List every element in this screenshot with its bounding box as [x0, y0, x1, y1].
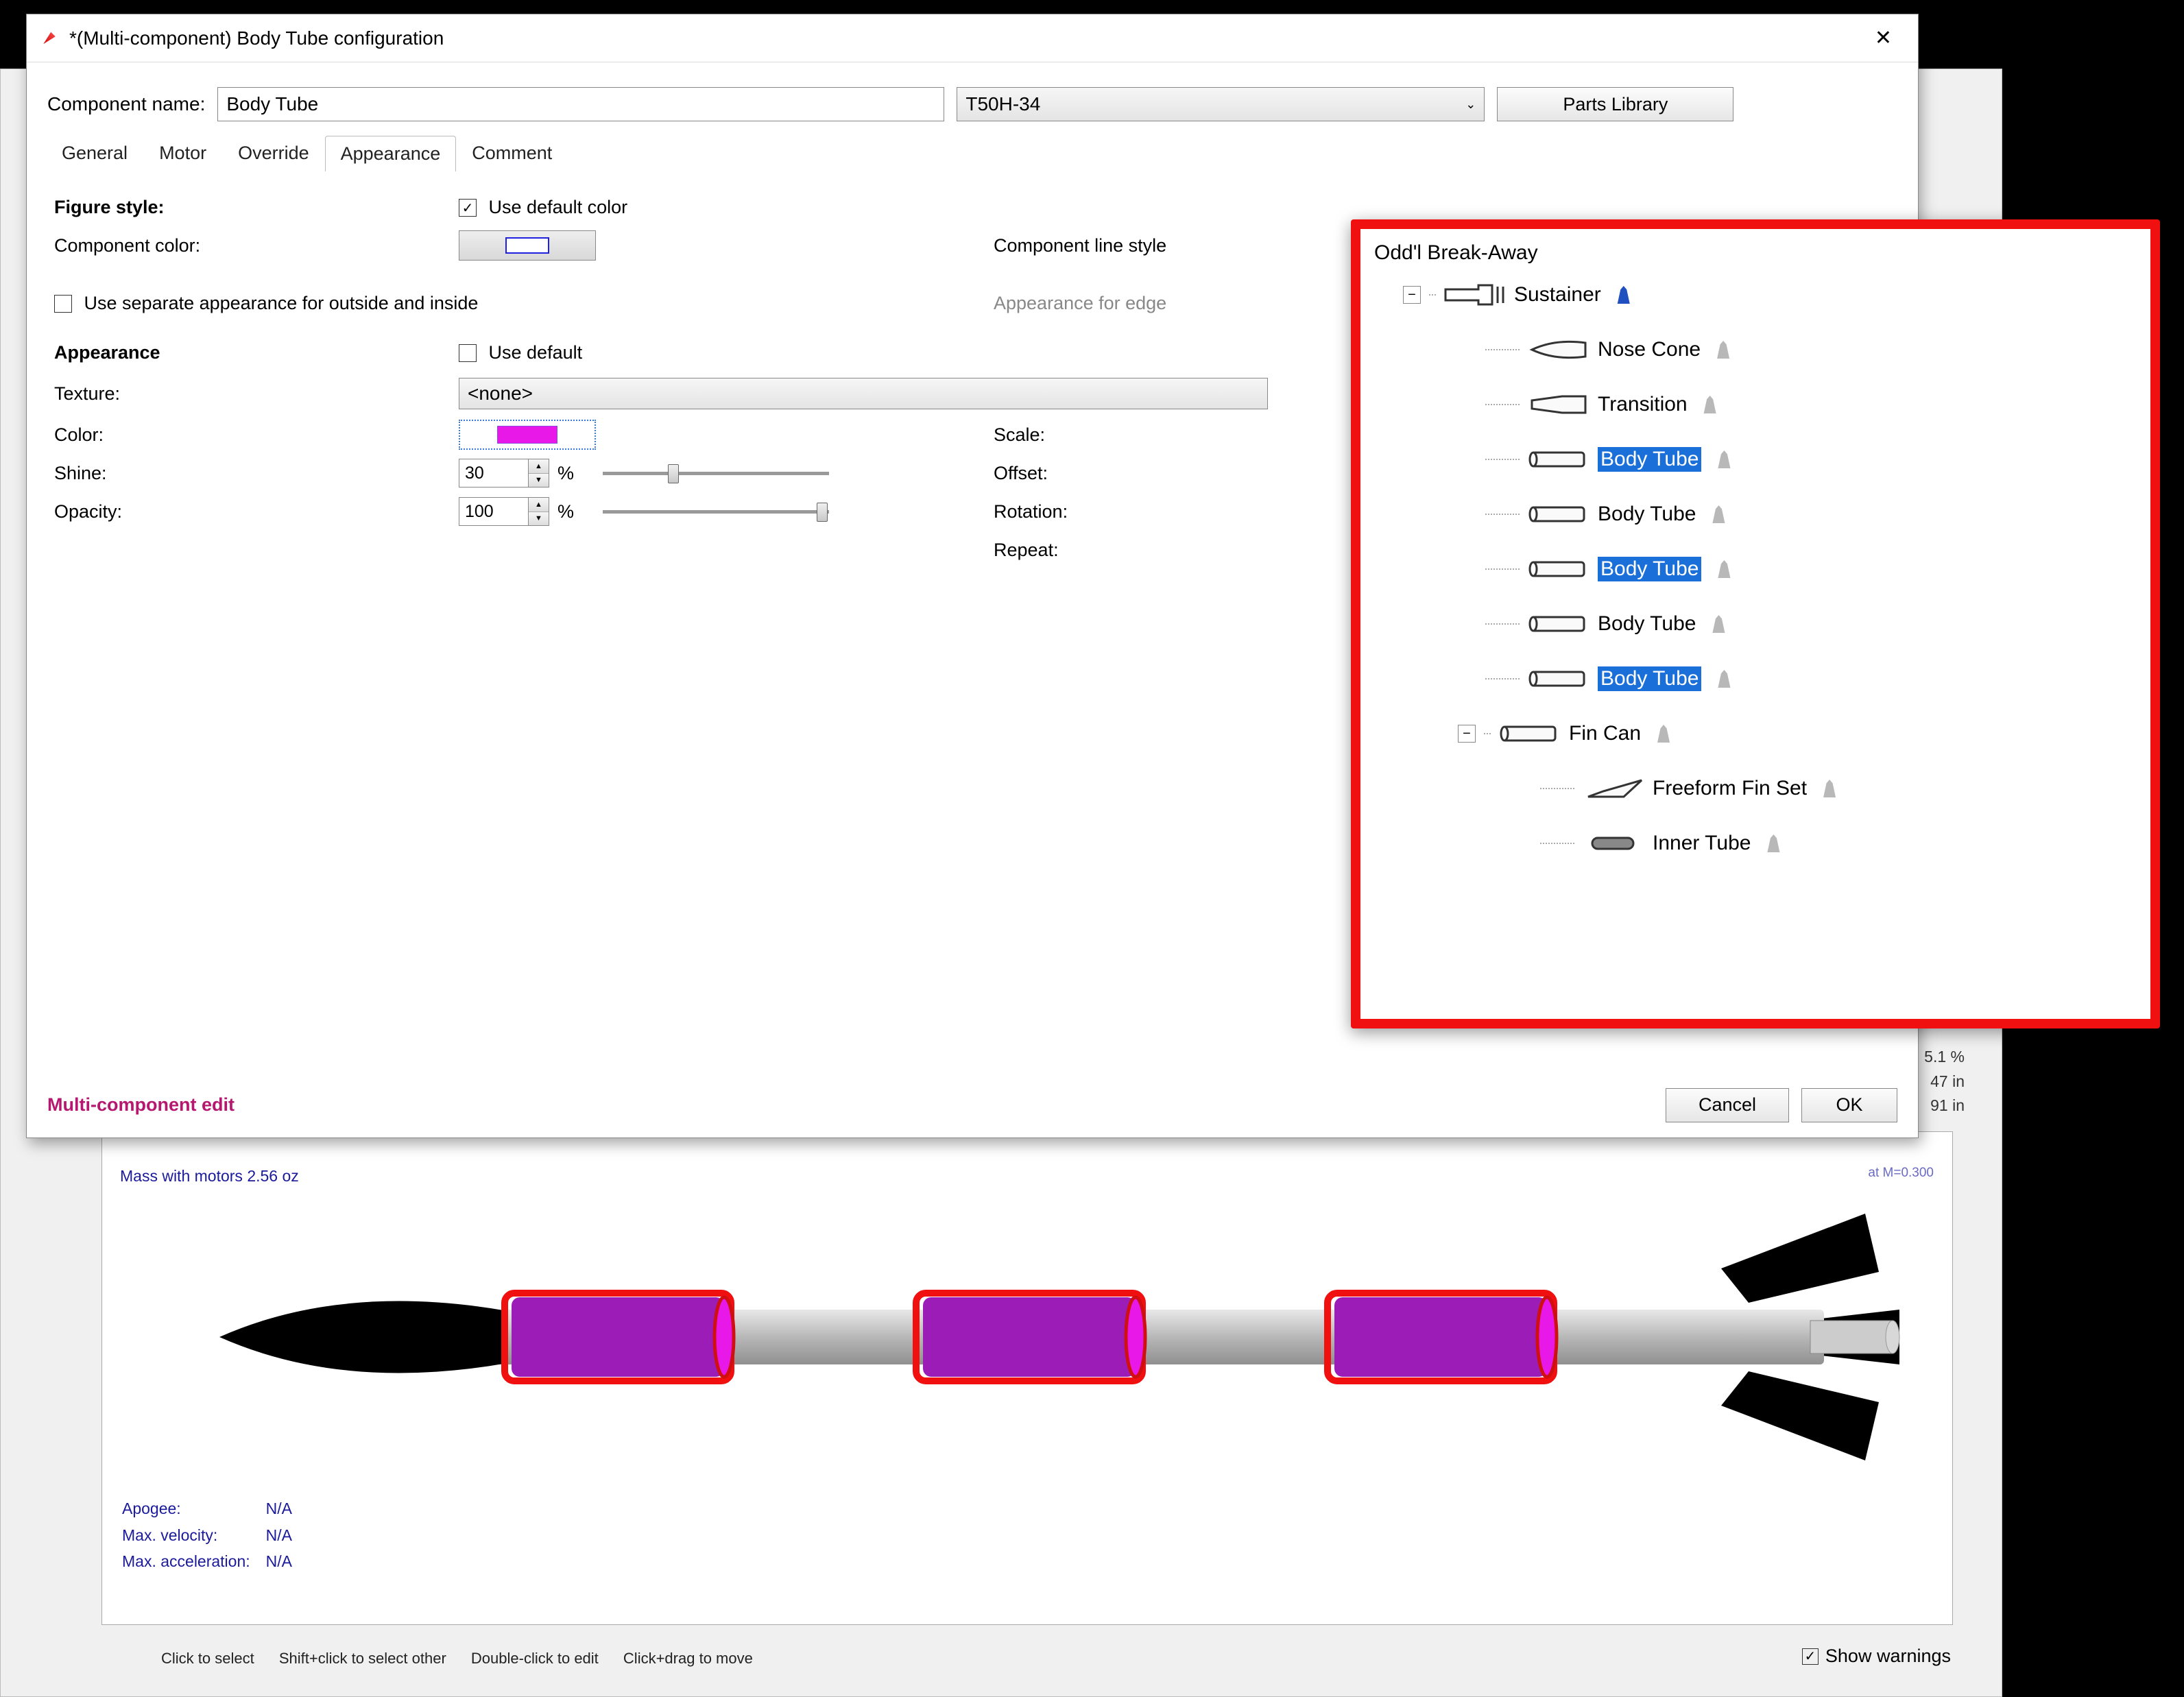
tab-comment[interactable]: Comment: [456, 135, 568, 171]
texture-label: Texture:: [54, 383, 459, 405]
use-separate-checkbox[interactable]: [54, 295, 72, 313]
transition-icon: [1528, 392, 1589, 417]
mass-icon: [1713, 341, 1733, 359]
close-button[interactable]: ✕: [1861, 21, 1906, 56]
figure-style-label: Figure style:: [54, 197, 459, 218]
stage-icon: [1444, 282, 1506, 307]
scale-label: Scale:: [994, 424, 1316, 446]
repeat-label: Repeat:: [994, 540, 1316, 561]
flight-stats: Apogee:N/A Max. velocity:N/A Max. accele…: [120, 1495, 307, 1576]
chevron-down-icon: ⌄: [1465, 97, 1476, 112]
spin-down-icon[interactable]: ▼: [529, 474, 549, 488]
component-line-style-label: Component line style: [994, 235, 1316, 256]
tube-icon: [1528, 557, 1589, 581]
rotation-label: Rotation:: [994, 501, 1316, 522]
footer-hints: Click to select Shift+click to select ot…: [161, 1650, 773, 1668]
tree-node-item[interactable]: Body Tube: [1374, 597, 2137, 651]
mass-icon: [1714, 450, 1734, 468]
mach-label: at M=0.300: [1868, 1166, 1934, 1181]
appearance-header: Appearance: [54, 342, 459, 363]
use-separate-label: Use separate appearance for outside and …: [84, 293, 479, 313]
tree-node-item[interactable]: Body Tube: [1374, 651, 2137, 706]
tube-icon: [1499, 721, 1561, 746]
mass-icon: [1708, 505, 1729, 523]
innertube-icon: [1583, 831, 1644, 856]
appearance-edge-label: Appearance for edge: [994, 293, 1166, 314]
tree-root-label[interactable]: Odd'l Break-Away: [1374, 241, 2137, 265]
spin-up-icon[interactable]: ▲: [529, 459, 549, 474]
component-tree-overlay: Odd'l Break-Away − Sustainer Nose Cone T…: [1351, 219, 2160, 1028]
texture-dropdown[interactable]: <none>: [459, 378, 1268, 409]
tree-node-sustainer[interactable]: − Sustainer: [1374, 267, 2137, 322]
component-color-swatch[interactable]: [459, 230, 596, 261]
nosecone-icon: [1528, 337, 1589, 362]
parts-library-button[interactable]: Parts Library: [1497, 87, 1733, 121]
tube-icon: [1528, 447, 1589, 472]
opacity-spinner[interactable]: ▲▼: [459, 497, 549, 526]
spin-down-icon[interactable]: ▼: [529, 512, 549, 526]
mass-icon: [1653, 725, 1674, 743]
cancel-button[interactable]: Cancel: [1666, 1088, 1789, 1122]
tab-motor[interactable]: Motor: [143, 135, 222, 171]
mass-icon: [1714, 670, 1734, 688]
color-label: Color:: [54, 424, 459, 446]
tree-node-item[interactable]: Transition: [1374, 377, 2137, 432]
checkmark-icon: ✓: [1802, 1648, 1819, 1665]
titlebar: *(Multi-component) Body Tube configurati…: [27, 14, 1918, 62]
tube-icon: [1528, 666, 1589, 691]
mass-with-motors-label: Mass with motors 2.56 oz: [120, 1167, 299, 1186]
shine-label: Shine:: [54, 463, 459, 484]
tree-node-item[interactable]: Inner Tube: [1374, 816, 2137, 871]
rocket-icon: [39, 28, 60, 49]
appearance-color-swatch[interactable]: [459, 420, 596, 450]
collapse-icon[interactable]: −: [1403, 286, 1421, 304]
tree-node-fincan[interactable]: − Fin Can: [1374, 706, 2137, 761]
tree-node-item[interactable]: Nose Cone: [1374, 322, 2137, 377]
shine-slider[interactable]: [603, 463, 829, 483]
spin-up-icon[interactable]: ▲: [529, 498, 549, 512]
mass-icon: [1714, 560, 1734, 578]
tree-node-item[interactable]: Body Tube: [1374, 432, 2137, 487]
component-name-label: Component name:: [47, 93, 205, 115]
mass-icon: [1763, 834, 1784, 852]
use-default-checkbox[interactable]: [459, 344, 477, 362]
component-name-input[interactable]: [217, 87, 944, 121]
use-default-color-checkbox[interactable]: ✓: [459, 199, 477, 217]
mass-icon: [1819, 780, 1840, 797]
mass-icon: [1613, 286, 1634, 304]
rocket-figure: [123, 1193, 1927, 1481]
component-color-label: Component color:: [54, 235, 459, 256]
mass-icon: [1708, 615, 1729, 633]
mass-icon: [1700, 396, 1720, 413]
collapse-icon[interactable]: −: [1458, 725, 1476, 743]
use-default-label: Use default: [489, 342, 583, 363]
fin-icon: [1583, 776, 1644, 801]
shine-spinner[interactable]: ▲▼: [459, 459, 549, 488]
tree-node-item[interactable]: Body Tube: [1374, 487, 2137, 542]
use-default-color-label: Use default color: [489, 197, 628, 217]
opacity-slider[interactable]: [603, 501, 829, 522]
tree-node-item[interactable]: Body Tube: [1374, 542, 2137, 597]
dialog-title: *(Multi-component) Body Tube configurati…: [69, 27, 1861, 49]
tab-override[interactable]: Override: [222, 135, 325, 171]
show-warnings-checkbox[interactable]: ✓ Show warnings: [1802, 1646, 1951, 1667]
tube-icon: [1528, 502, 1589, 527]
multi-component-edit-label: Multi-component edit: [47, 1094, 235, 1116]
ok-button[interactable]: OK: [1801, 1088, 1897, 1122]
tree-node-item[interactable]: Freeform Fin Set: [1374, 761, 2137, 816]
opacity-label: Opacity:: [54, 501, 459, 522]
tab-general[interactable]: General: [46, 135, 143, 171]
offset-label: Offset:: [994, 463, 1316, 484]
tube-icon: [1528, 612, 1589, 636]
tab-appearance[interactable]: Appearance: [325, 136, 457, 171]
tabs: General Motor Override Appearance Commen…: [27, 135, 1918, 171]
side-stats: 5.1 % 47 in 91 in: [1924, 1045, 1965, 1118]
preset-dropdown[interactable]: T50H-34 ⌄: [957, 87, 1485, 121]
